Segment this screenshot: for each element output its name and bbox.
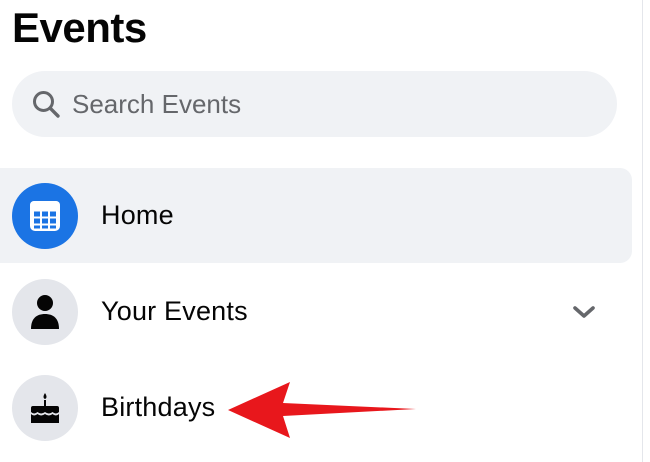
annotation-arrow	[228, 382, 416, 438]
events-sidebar: Events Search Events Home Your Events Bi…	[0, 0, 650, 462]
